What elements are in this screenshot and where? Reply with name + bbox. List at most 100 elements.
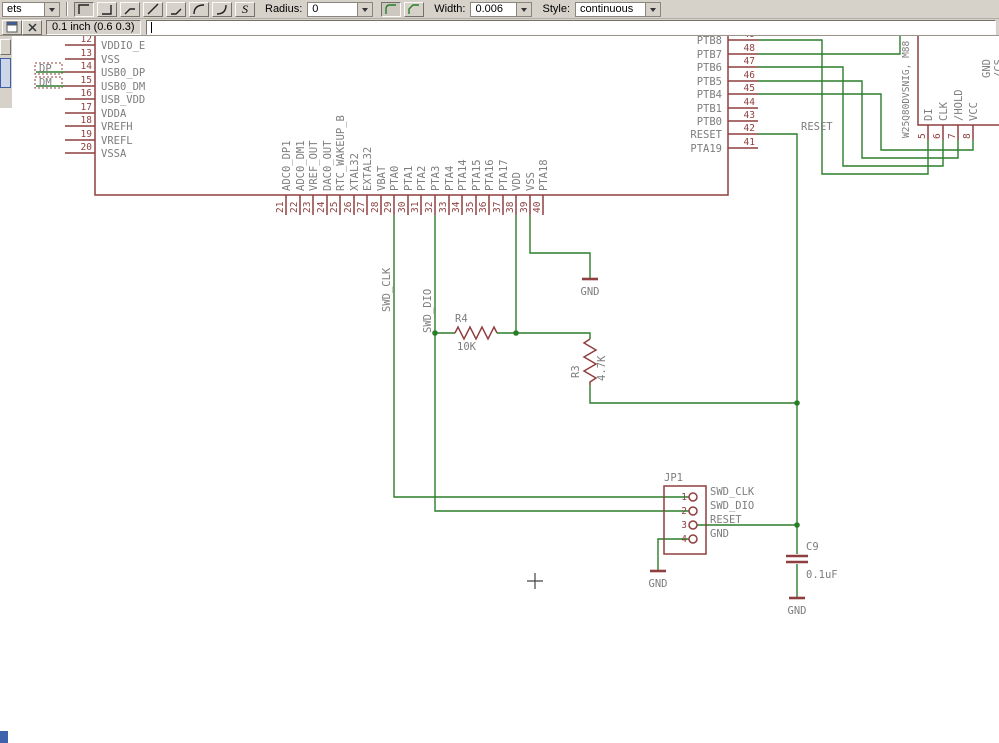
bend-arc-left-icon [193, 4, 205, 15]
pin-name: PTB5 [697, 76, 722, 88]
net-label-swd-dio[interactable]: SWD_DIO [422, 289, 434, 333]
width-value: 0.006 [475, 3, 504, 15]
connector-pad [688, 520, 698, 530]
chevron-down-icon[interactable] [645, 2, 660, 16]
wire-bend-straight-diagonal-button[interactable] [143, 1, 163, 17]
resistor-r3[interactable]: R3 4.7K [570, 338, 608, 385]
pin-name: RTC_WAKEUP_B [335, 115, 347, 191]
pin-number: 34 [451, 201, 462, 213]
miter-round-icon [385, 4, 397, 14]
net-wire-r4-r3[interactable] [497, 332, 591, 339]
net-class-dropdown[interactable]: ets [2, 1, 60, 17]
pin-name: EXTAL32 [362, 147, 374, 191]
net-label-reset[interactable]: RESET [801, 121, 833, 133]
pin-name: /CS [993, 59, 999, 78]
width-dropdown[interactable]: 0.006 [470, 1, 533, 17]
net-label-dm[interactable]: DM [34, 76, 63, 89]
net-label-swd-clk[interactable]: SWD_CLK [381, 267, 393, 312]
chevron-down-icon[interactable] [44, 2, 59, 16]
ic-pin[interactable]: 12 VDDIO_E [65, 34, 145, 52]
net-label[interactable]: SWD_CLK [710, 486, 755, 498]
net-wire-vss-gnd[interactable] [529, 215, 591, 278]
style-value: continuous [580, 3, 634, 15]
text-caret [150, 21, 152, 33]
net-class-value: ets [7, 3, 22, 15]
pin-number: 29 [383, 201, 394, 213]
pin-name: PTA0 [389, 166, 401, 191]
pin-name: PTB8 [697, 35, 722, 47]
pin-number: 2 [681, 506, 687, 517]
miter-straight-button[interactable] [404, 1, 425, 17]
gnd-symbol[interactable]: GND [788, 596, 807, 617]
pin-name: PTB6 [697, 62, 722, 74]
net-label-dp[interactable]: DP [34, 62, 63, 75]
schematic-canvas[interactable]: 12 VDDIO_E 13 VSS 14 USB0_DP 15 USB0_DM … [0, 0, 999, 743]
pin-number: 19 [81, 129, 93, 140]
pin-number: 15 [81, 75, 92, 86]
close-command-bar-button[interactable] [22, 19, 42, 35]
junction-dot [794, 400, 800, 406]
dock-button[interactable] [2, 19, 22, 35]
pin-number: 47 [744, 56, 755, 67]
net-wire-r3-reset[interactable] [589, 385, 797, 404]
gnd-sym bol[interactable]: GND [649, 569, 668, 590]
part-value: 0.1uF [806, 569, 838, 581]
net-label[interactable]: SWD_DIO [710, 500, 754, 512]
pin-number: 24 [316, 201, 327, 213]
resistor-r4[interactable]: R4 10K [454, 313, 498, 353]
pin-number: 14 [81, 61, 93, 72]
net-label[interactable]: RESET [710, 514, 742, 526]
part-name: R3 [570, 365, 582, 378]
net-wire-flash-clk[interactable] [758, 66, 944, 167]
pin-number: 8 [962, 133, 973, 139]
radius-dropdown[interactable]: 0 [307, 1, 374, 17]
pin-name: PTA3 [430, 166, 442, 191]
bend-freehand-s-icon: S [242, 2, 248, 16]
gnd-label: GND [581, 286, 600, 298]
connector-jp1[interactable]: JP1 1 2 3 4 [663, 472, 707, 555]
net-wire-swd-dio[interactable] [434, 215, 689, 512]
bend-horizontal-first-icon [102, 5, 112, 15]
wire-bend-horizontal-diagonal-button[interactable] [166, 1, 186, 17]
net-label[interactable]: GND [710, 528, 729, 540]
wire-bend-arc-right-button[interactable] [212, 1, 232, 17]
pin-number: 23 [302, 202, 313, 213]
pin-number: 30 [397, 201, 408, 213]
command-bar: 0.1 inch (0.6 0.3) [0, 19, 999, 36]
bend-straight-diagonal-icon [147, 3, 159, 15]
wire-bend-horizontal-first-button[interactable] [97, 1, 117, 17]
part-name: JP1 [664, 472, 683, 484]
pin-number: 44 [744, 97, 756, 108]
close-icon [28, 23, 37, 32]
pin-name: PTA14 [457, 159, 469, 191]
net-wire-reset[interactable] [758, 133, 798, 554]
left-toolbar-button-fragment[interactable] [0, 39, 11, 55]
gnd-label: GND [649, 578, 668, 590]
pin-name: VCC [968, 102, 980, 121]
junction-dot [794, 522, 800, 528]
pin-name: PTA16 [484, 159, 496, 191]
pin-number: 31 [410, 201, 421, 213]
pin-number: 39 [519, 201, 530, 213]
pin-name: PTA18 [538, 159, 550, 191]
capacitor-c9[interactable]: C9 0.1uF [786, 541, 838, 581]
chevron-down-icon[interactable] [357, 2, 373, 16]
wire-bend-vertical-first-button[interactable] [74, 1, 94, 17]
gnd-symbol[interactable]: GND [581, 277, 600, 298]
miter-round-button[interactable] [381, 1, 402, 17]
pin-name: ADC0_DM1 [295, 140, 307, 191]
left-toolbar-selected-button-fragment[interactable] [0, 58, 11, 88]
wire-bend-freehand-button[interactable]: S [235, 1, 255, 17]
pin-number: 26 [343, 201, 354, 213]
chevron-down-icon[interactable] [516, 2, 532, 16]
pin-number: 40 [532, 201, 543, 213]
style-dropdown[interactable]: continuous [575, 1, 661, 17]
wire-bend-arc-left-button[interactable] [189, 1, 209, 17]
radius-label: Radius: [265, 3, 303, 15]
pin-name: DAC0_OUT [322, 140, 334, 191]
net-wire-swd-clk[interactable] [393, 215, 689, 498]
main-ic[interactable]: 12 VDDIO_E 13 VSS 14 USB0_DP 15 USB0_DM … [65, 9, 758, 215]
pin-number: 25 [329, 202, 340, 213]
command-input[interactable] [145, 19, 996, 35]
wire-bend-diagonal-first-button[interactable] [120, 1, 140, 17]
